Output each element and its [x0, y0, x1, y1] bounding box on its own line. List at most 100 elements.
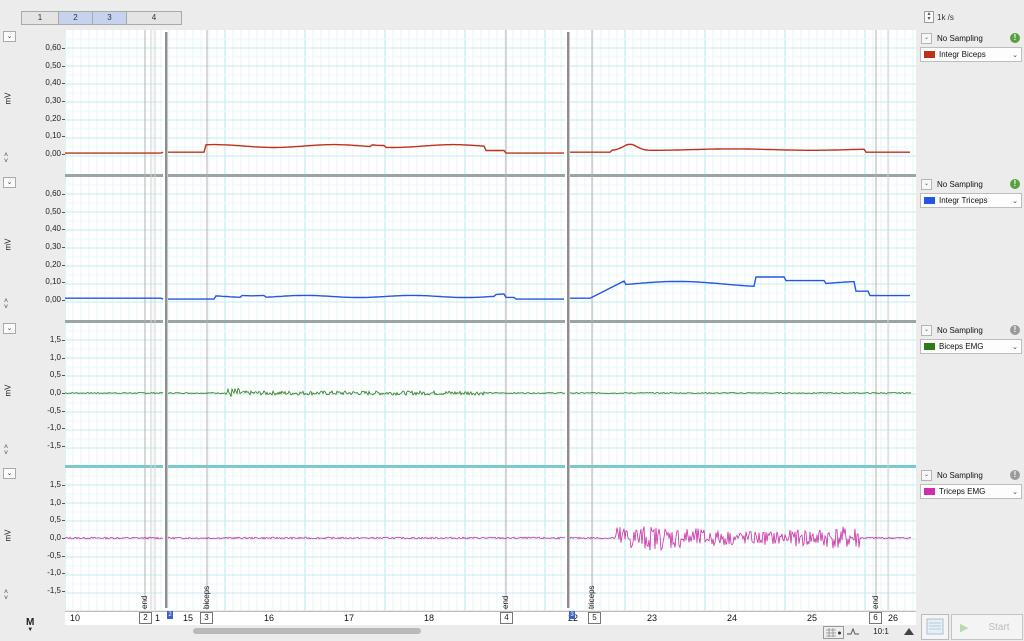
y-tick-label: 0,30	[45, 242, 61, 251]
channel-select[interactable]: Integr Biceps ⌄	[920, 47, 1022, 62]
chart-area[interactable]	[64, 30, 916, 610]
zoom-up-icon[interactable]	[902, 626, 916, 637]
sampling-row: ⌄ No Sampling!	[918, 32, 1024, 44]
y-tick-label: 0,20	[45, 259, 61, 269]
grid-view-icon[interactable]	[823, 626, 844, 639]
x-tick-label: 1	[155, 613, 161, 623]
y-tick-label: 1,0	[49, 497, 61, 507]
tab-1[interactable]: 1	[22, 12, 59, 24]
block-boundary	[567, 32, 570, 608]
comment-label: end	[140, 595, 149, 609]
trace-biceps-emg	[569, 391, 912, 395]
y-tick-label: 0,20	[45, 113, 61, 123]
panel-menu-button[interactable]: ⌄	[3, 177, 16, 188]
y-tick-mark	[62, 282, 65, 284]
x-tick-label: 25	[807, 613, 818, 623]
sampling-chevron-icon[interactable]: ⌄	[921, 324, 932, 336]
y-tick-mark	[62, 340, 65, 341]
y-tick-mark	[62, 393, 65, 394]
y-tick-mark	[62, 229, 65, 231]
notebook-icon[interactable]	[921, 614, 949, 640]
comment-label: end	[501, 595, 510, 609]
y-tick-label: -1,0	[47, 423, 61, 433]
comment-marker[interactable]: 6	[869, 612, 882, 624]
channel-name: Biceps EMG	[939, 342, 984, 351]
sampling-chevron-icon[interactable]: ⌄	[921, 32, 932, 44]
y-tick-mark	[62, 555, 65, 557]
panel-divider	[65, 174, 916, 177]
channel-select[interactable]: Biceps EMG ⌄	[920, 339, 1022, 354]
start-button[interactable]: ▶ Start	[951, 614, 1023, 640]
trace-integr-triceps	[65, 297, 164, 300]
dropdown-chevron-icon: ⌄	[1012, 51, 1018, 59]
x-tick-label: 18	[424, 613, 435, 623]
horizontal-scrollbar[interactable]	[193, 628, 421, 634]
sampling-label: No Sampling	[937, 470, 983, 480]
scale-stepper-icon[interactable]: ˄ ˅	[4, 298, 8, 311]
channel-panel-integr-biceps: ⌄ No Sampling! Integr Biceps ⌄	[918, 32, 1024, 62]
sampling-label: No Sampling	[937, 179, 983, 189]
y-tick-mark	[62, 101, 65, 102]
block-marker[interactable]: 3	[569, 611, 575, 619]
channel-color-swatch	[924, 197, 935, 204]
info-icon[interactable]: !	[1010, 470, 1020, 480]
y-tick-mark	[62, 154, 65, 155]
tab-3[interactable]: 3	[93, 12, 127, 24]
sampling-label: No Sampling	[937, 33, 983, 43]
y-tick-mark	[62, 502, 65, 504]
y-tick-mark	[62, 410, 65, 412]
channel-name: Integr Biceps	[939, 50, 986, 59]
scale-stepper-icon[interactable]: ˄ ˅	[4, 152, 8, 165]
mode-arrow-icon: ▼	[27, 627, 34, 633]
scale-stepper-icon[interactable]: ˄ ˅	[4, 589, 8, 602]
channel-select[interactable]: Integr Triceps ⌄	[920, 193, 1022, 208]
tab-4[interactable]: 4	[127, 12, 181, 24]
sampling-label: No Sampling	[937, 325, 983, 335]
sampling-row: ⌄ No Sampling!	[918, 324, 1024, 336]
sampling-row: ⌄ No Sampling!	[918, 178, 1024, 190]
sampling-row: ⌄ No Sampling!	[918, 469, 1024, 481]
info-icon[interactable]: !	[1010, 325, 1020, 335]
y-tick-mark	[62, 194, 65, 195]
info-icon[interactable]: !	[1010, 179, 1020, 189]
y-tick-mark	[62, 520, 65, 522]
y-tick-mark	[62, 591, 65, 592]
comment-marker[interactable]: 5	[588, 612, 601, 624]
mode-button[interactable]: M ▼	[26, 617, 34, 633]
dropdown-chevron-icon: ⌄	[1012, 488, 1018, 496]
trace-integr-biceps	[65, 151, 164, 154]
y-tick-label: 1,5	[49, 335, 61, 344]
y-tick-label: 1,0	[49, 352, 61, 362]
panel-menu-button[interactable]: ⌄	[3, 31, 16, 42]
y-tick-label: 0,0	[49, 388, 61, 397]
block-marker[interactable]: 2	[167, 611, 173, 619]
x-tick-label: 24	[727, 613, 738, 623]
panel-divider	[65, 465, 916, 468]
sampling-chevron-icon[interactable]: ⌄	[921, 178, 932, 190]
scale-stepper-icon[interactable]: ˄ ˅	[4, 444, 8, 457]
y-tick-label: 0,00	[45, 149, 61, 158]
dropdown-chevron-icon: ⌄	[1012, 197, 1018, 205]
comment-label: biceps	[202, 585, 211, 609]
panel-menu-button[interactable]: ⌄	[3, 323, 16, 334]
channel-select[interactable]: Triceps EMG ⌄	[920, 484, 1022, 499]
y-tick-label: 0,50	[45, 60, 61, 70]
waveform-icon[interactable]	[846, 626, 860, 637]
rate-stepper[interactable]: ▴ ▾	[924, 11, 934, 23]
zoom-level[interactable]: 10:1	[866, 626, 896, 637]
comment-marker[interactable]: 4	[500, 612, 513, 624]
y-tick-label: 0,60	[45, 43, 61, 52]
channel-name: Triceps EMG	[939, 487, 986, 496]
panel-menu-button[interactable]: ⌄	[3, 468, 16, 479]
comment-marker[interactable]: 2	[139, 612, 152, 624]
sampling-chevron-icon[interactable]: ⌄	[921, 469, 932, 481]
block-boundary	[165, 32, 168, 608]
y-tick-mark	[62, 485, 65, 486]
comment-marker[interactable]: 3	[200, 612, 213, 624]
panel-divider	[65, 320, 916, 323]
info-icon[interactable]: !	[1010, 33, 1020, 43]
y-tick-mark	[62, 446, 65, 447]
tab-2[interactable]: 2	[59, 12, 93, 24]
y-tick-label: 0,30	[45, 96, 61, 105]
trace-integr-triceps	[570, 276, 910, 299]
